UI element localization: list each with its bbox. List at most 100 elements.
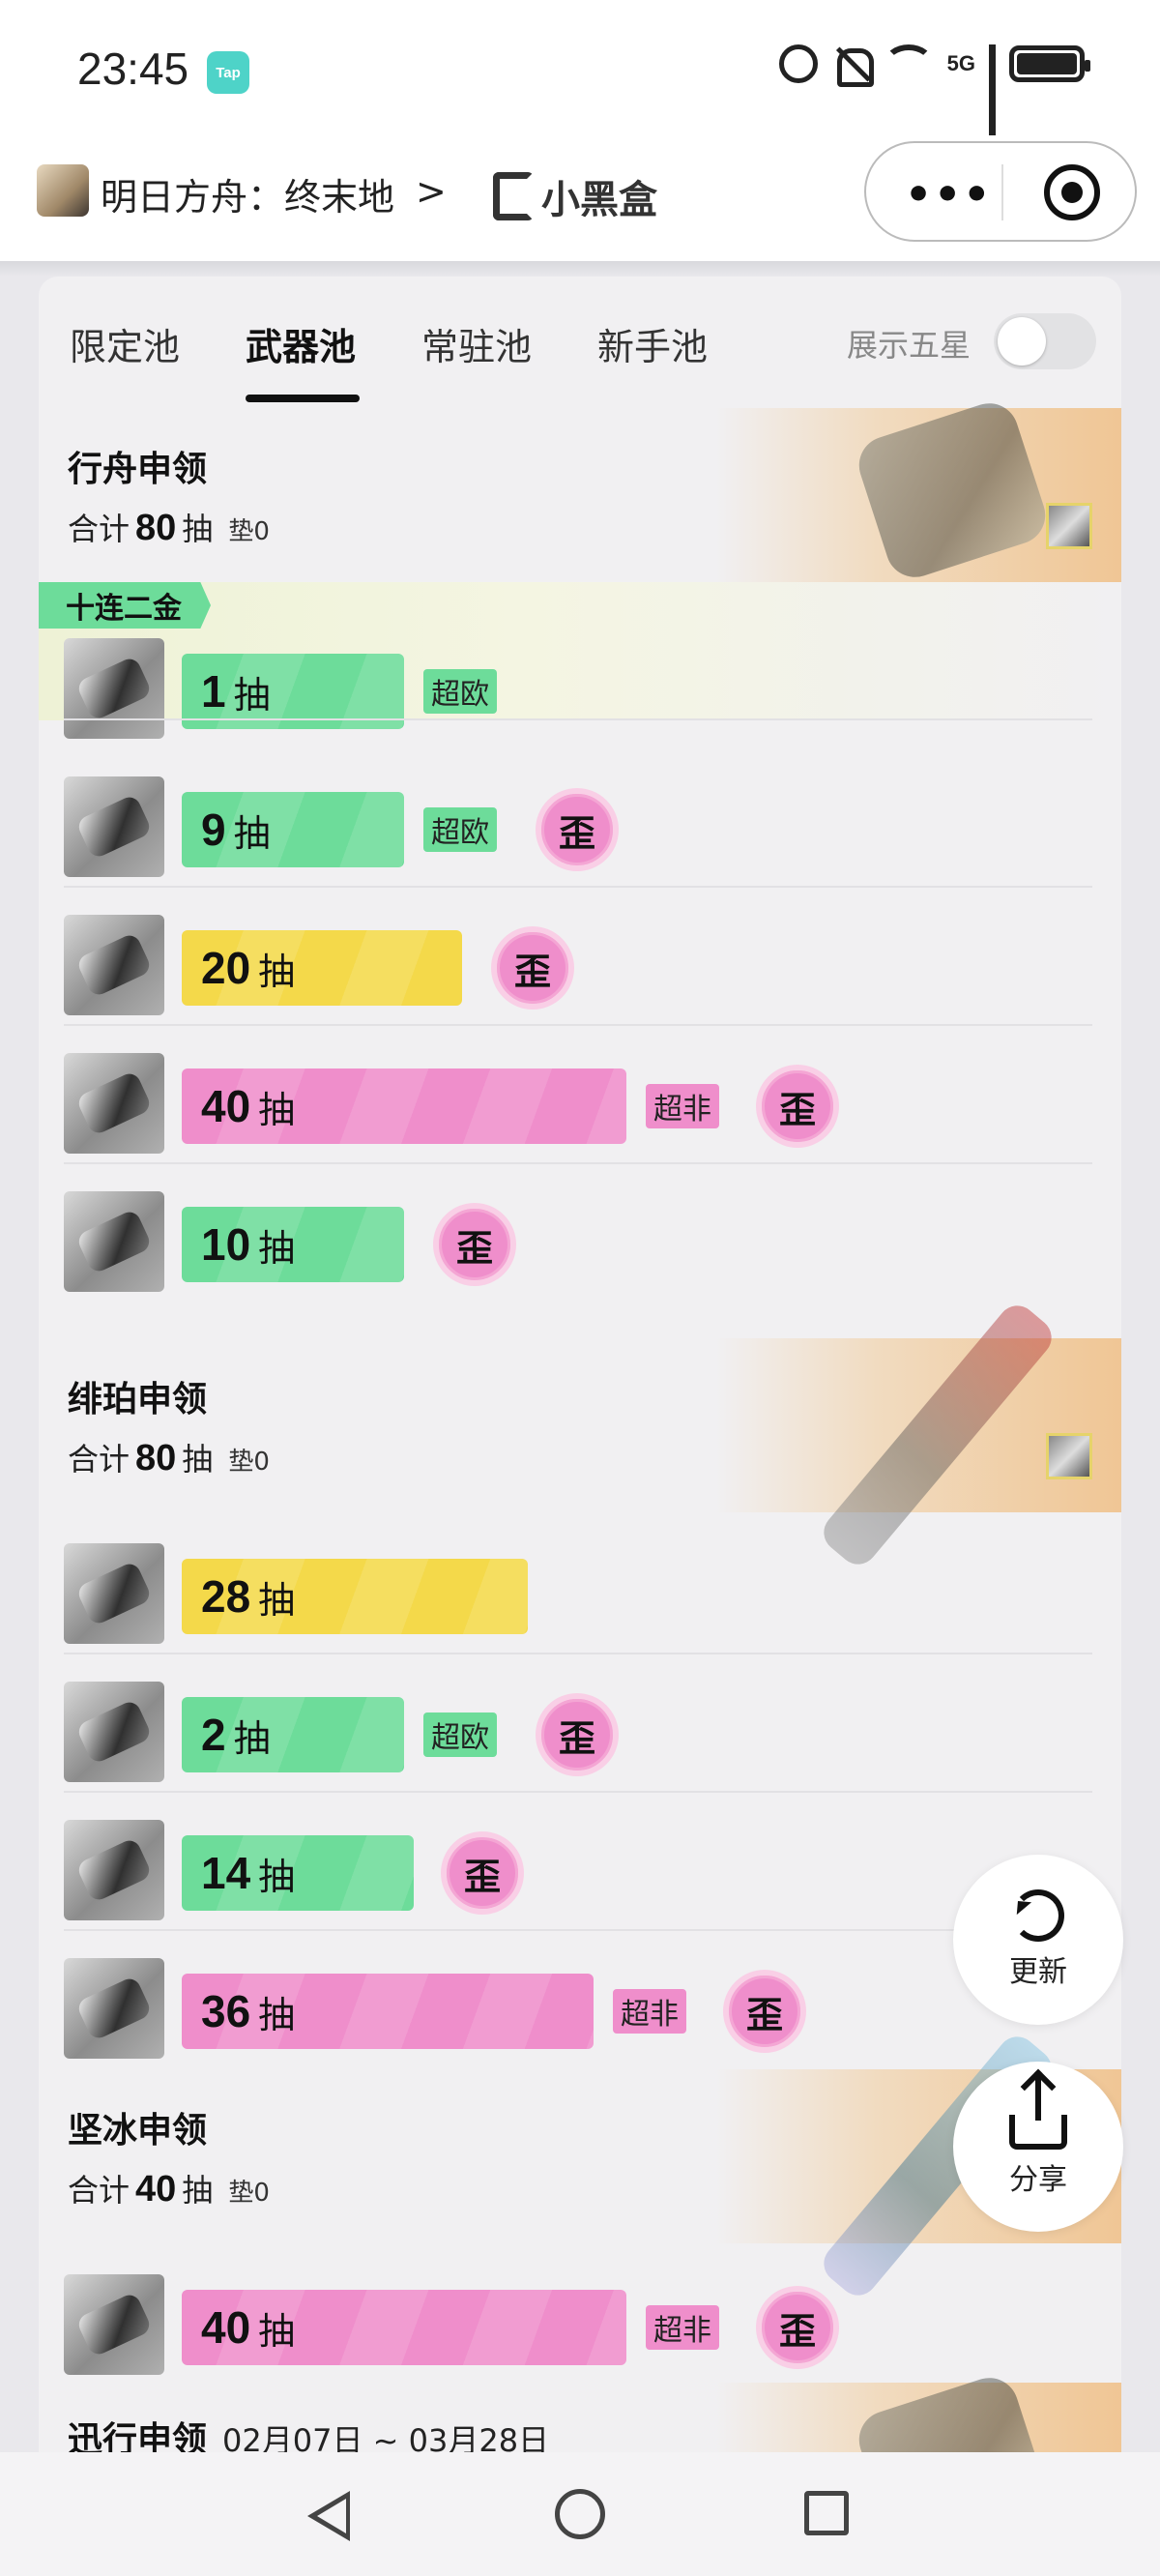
game-avatar[interactable]: [37, 164, 89, 217]
unlucky-tag: 超非: [646, 2305, 719, 2350]
pull-count: 20: [201, 943, 251, 993]
pool-date-range: 02月07日 ~ 03月28日: [222, 2422, 550, 2452]
weapon-thumbnail: [64, 1191, 164, 1292]
lucky-tag: 超欧: [423, 1712, 497, 1757]
off-banner-badge: 歪: [433, 1203, 516, 1286]
unit-label: 抽: [182, 511, 214, 547]
pull-count-bar: 28 抽: [182, 1559, 528, 1634]
pool-summary: 合计 80 抽 垫0: [68, 1435, 270, 1479]
tab-weapon[interactable]: 武器池: [246, 317, 356, 370]
total-label: 合计: [68, 2172, 130, 2209]
weapon-thumbnail: [64, 915, 164, 1015]
tab-standard[interactable]: 常驻池: [421, 317, 532, 370]
unit-label: 抽: [258, 2309, 296, 2353]
weapon-thumbnail: [64, 1053, 164, 1154]
unit-label: 抽: [233, 1716, 271, 1760]
weapon-thumbnail: [64, 1958, 164, 2059]
back-icon[interactable]: [307, 2491, 350, 2541]
miniprogram-capsule: •••: [864, 141, 1137, 242]
pool-title: 坚冰申领: [68, 2111, 208, 2151]
pool-weapon-thumbnail: [1046, 1433, 1092, 1479]
unit-label: 抽: [258, 1578, 296, 1622]
system-icons: 5G: [778, 44, 1090, 168]
pull-row[interactable]: 十连二金 1抽 超欧: [39, 582, 1121, 739]
home-icon[interactable]: [555, 2489, 605, 2539]
pity-label: 垫0: [228, 2179, 270, 2208]
network-type-label: 5G: [946, 51, 975, 75]
pull-count-bar: 9抽: [182, 792, 404, 867]
bell-muted-icon: [831, 44, 874, 87]
active-tab-indicator: [246, 395, 360, 402]
pull-row[interactable]: 28 抽: [39, 1516, 1121, 1654]
unit-label: 抽: [258, 1855, 296, 1898]
unit-label: 抽: [258, 1993, 296, 2036]
pull-count-bar: 1抽: [182, 654, 404, 729]
pull-row[interactable]: 2抽 超欧 歪: [39, 1654, 1121, 1793]
pull-row[interactable]: 20 抽 歪: [39, 888, 1121, 1026]
unit-label: 抽: [258, 950, 296, 993]
show-five-star-label: 展示五星: [847, 327, 972, 364]
total-count: 80: [135, 508, 177, 548]
banner-artwork: [715, 2370, 1121, 2452]
pull-count-bar: 20 抽: [182, 930, 462, 1006]
show-five-star-toggle[interactable]: [994, 313, 1096, 369]
total-label: 合计: [68, 1441, 130, 1478]
pool-title: 迅行申领 02月07日 ~ 03月28日: [68, 2412, 549, 2452]
signal-icon: [989, 44, 996, 168]
pull-row[interactable]: 40 抽 超非 歪: [39, 1026, 1121, 1164]
app-bar: 明日方舟：终末地 > 小黑盒 •••: [0, 135, 1160, 261]
unlucky-tag: 超非: [613, 1989, 686, 2034]
pool-weapon-thumbnail: [1046, 503, 1092, 549]
pull-row[interactable]: 10 抽 歪: [39, 1164, 1121, 1303]
pool-banner: 行舟申领 合计 80 抽 垫0: [39, 395, 1121, 585]
off-banner-badge: 歪: [756, 1065, 839, 1148]
off-banner-badge: 歪: [441, 1831, 524, 1915]
pull-count-bar: 40 抽: [182, 1068, 626, 1144]
header-shadow: [0, 261, 1160, 277]
total-count: 40: [135, 2169, 177, 2210]
ten-pull-ribbon: 十连二金: [39, 582, 211, 629]
banner-artwork: [715, 395, 1121, 585]
game-name[interactable]: 明日方舟：终末地: [101, 167, 394, 220]
share-label: 分享: [1009, 2163, 1067, 2197]
recents-icon[interactable]: [804, 2491, 849, 2535]
share-button[interactable]: 分享: [953, 2062, 1123, 2232]
tab-limited[interactable]: 限定池: [70, 317, 180, 370]
pull-count: 10: [201, 1219, 251, 1270]
pull-count: 9: [201, 805, 226, 855]
pull-count: 40: [201, 2302, 251, 2353]
pull-row[interactable]: 40 抽 超非 歪: [39, 2247, 1121, 2386]
pool-title: 绯珀申领: [68, 1380, 208, 1420]
capsule-divider: [1001, 164, 1003, 220]
pull-count: 1: [201, 666, 226, 717]
tab-beginner[interactable]: 新手池: [597, 317, 708, 370]
pull-row[interactable]: 9抽 超欧 歪: [39, 749, 1121, 888]
weapon-thumbnail: [64, 1543, 164, 1644]
chevron-right-icon[interactable]: >: [416, 170, 447, 213]
pool-tabs: 限定池 武器池 常驻池 新手池 展示五星: [39, 277, 1121, 408]
total-label: 合计: [68, 511, 130, 547]
unit-label: 抽: [258, 1088, 296, 1131]
alarm-icon: [778, 44, 818, 83]
pull-count-bar: 2抽: [182, 1697, 404, 1772]
weapon-thumbnail: [64, 1820, 164, 1920]
lucky-tag: 超欧: [423, 669, 497, 714]
wifi-icon: [883, 44, 934, 83]
refresh-label: 更新: [1009, 1955, 1067, 1989]
pool-banner: 绯珀申领 合计 80 抽 垫0: [39, 1298, 1121, 1572]
pull-count-bar: 10 抽: [182, 1207, 404, 1282]
unit-label: 抽: [182, 1441, 214, 1478]
refresh-icon: [1012, 1889, 1064, 1942]
unit-label: 抽: [258, 1226, 296, 1270]
unit-label: 抽: [233, 811, 271, 855]
refresh-button[interactable]: 更新: [953, 1855, 1123, 2025]
weapon-thumbnail: [64, 2274, 164, 2375]
pull-count: 28: [201, 1571, 251, 1622]
lucky-tag: 超欧: [423, 807, 497, 852]
off-banner-badge: 歪: [723, 1970, 806, 2053]
heybox-logo-icon: [493, 172, 534, 220]
more-icon[interactable]: •••: [905, 170, 992, 220]
total-count: 80: [135, 1438, 177, 1478]
pull-count: 40: [201, 1081, 251, 1131]
close-miniprogram-icon[interactable]: [1044, 164, 1100, 220]
